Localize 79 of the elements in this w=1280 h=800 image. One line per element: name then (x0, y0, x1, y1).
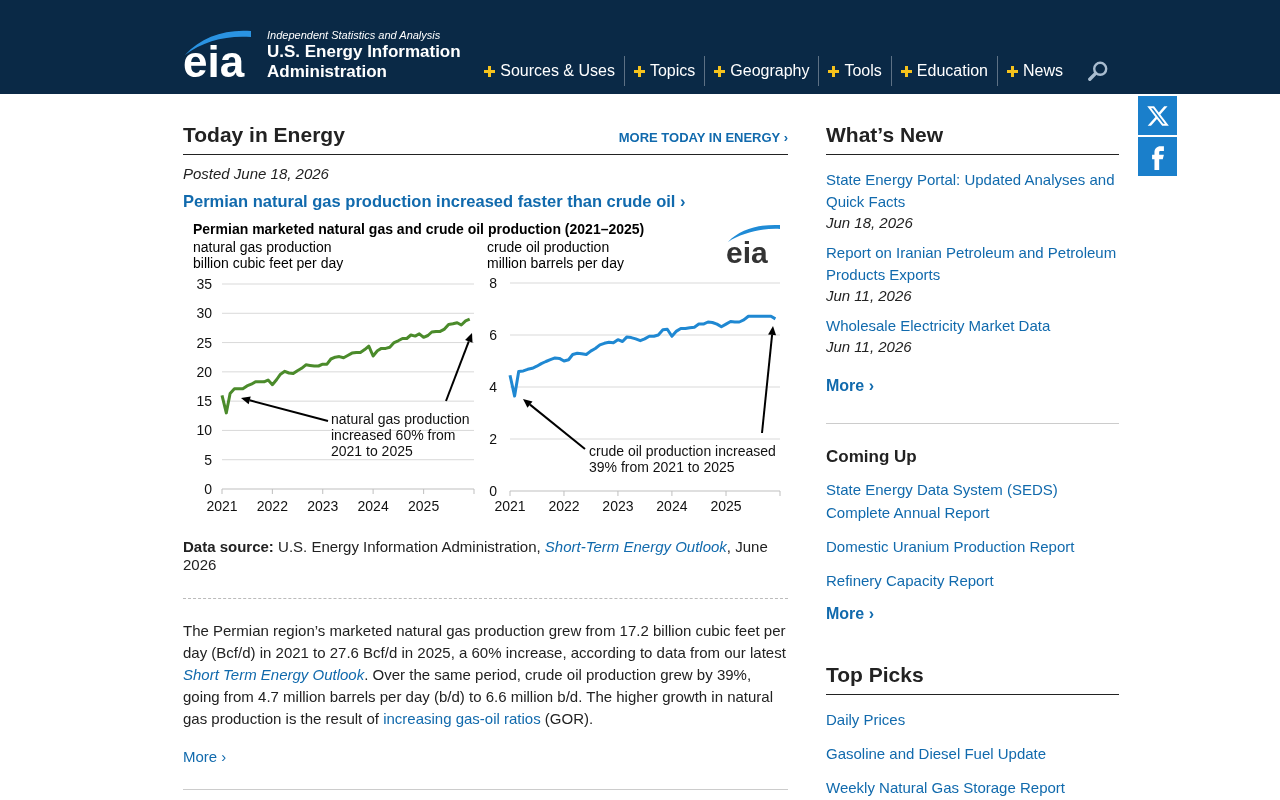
chart-annotation: natural gas production increased 60% from 2021 to 2025 (331, 411, 470, 459)
nav-menu-item[interactable]: Topics (623, 56, 705, 86)
agency-name: Administration (267, 62, 387, 82)
article-headline-link[interactable]: Permian natural gas production increased faster than crude oil › (183, 192, 686, 210)
axis-tick-label: 10 (196, 422, 212, 439)
nav-menu-item[interactable]: Education (890, 56, 997, 86)
data-source-note: Data source: U.S. Energy Information Administration, Short-Term Energy Outlook, June 2026 (183, 538, 769, 574)
axis-tick-label: 0 (489, 483, 497, 499)
annotation-arrow (445, 333, 473, 402)
more-link[interactable]: More › (183, 748, 227, 765)
plus-icon (828, 65, 840, 77)
search-icon (1088, 61, 1108, 81)
tagline: Independent Statistics and Analysis (267, 29, 441, 42)
news-date: Jun 11, 2026 (826, 337, 912, 357)
logo[interactable]: eia (183, 29, 251, 79)
section-heading: What’s New (826, 122, 944, 148)
logo: eia (726, 223, 780, 265)
axis-tick-label: 2023 (307, 498, 339, 514)
plus-icon (714, 65, 726, 77)
axis-tick-label: 0 (204, 481, 212, 497)
article-paragraph: The Permian region’s marketed natural gas production grew from 17.2 billion cubic feet per day (Bcf/d) in 2021 to 27.6 Bcf/d in 2025, a 60% increase, according to data from our latest Short Term Energy Outlook. Over the same period, crude oil production grew by 39%, going from 4.7 million barrels per day (b/d) to 6.6 million b/d. The higher growth in natural gas production is the result of increasing gas-oil ratios (GOR). (183, 621, 787, 729)
x-logo-icon (1145, 103, 1170, 128)
report-link[interactable]: Domestic Uranium Production Report (826, 535, 1075, 558)
axis-title: natural gas production billion cubic feet per day (192, 239, 344, 271)
posted-date: Posted June 18, 2026 (183, 164, 329, 184)
axis-tick-label: 8 (489, 275, 497, 291)
text-link[interactable]: increasing gas-oil ratios (383, 710, 541, 727)
report-link[interactable]: State Energy Data System (SEDS) Complete Annual Report (826, 478, 1119, 524)
axis-tick-label: 2023 (602, 498, 634, 514)
text-link[interactable]: Short Term Energy Outlook (183, 666, 365, 683)
axis-tick-label: 2022 (256, 498, 288, 514)
axis-tick-label: 5 (204, 451, 212, 468)
nav-menu-item[interactable]: Sources & Uses (475, 56, 624, 86)
chart-annotation: crude oil production increased 39% from 2021 to 2025 (589, 443, 776, 475)
nav-menu-item[interactable]: Geography (704, 56, 819, 86)
axis-tick-label: 2021 (206, 498, 238, 514)
agency-name: U.S. Energy Information (267, 42, 461, 62)
news-link[interactable]: Wholesale Electricity Market Data (826, 315, 1051, 337)
axis-tick-label: 2025 (710, 498, 742, 514)
text-link[interactable]: Short-Term Energy Outlook (544, 538, 727, 555)
news-date: Jun 11, 2026 (826, 286, 912, 306)
more-link[interactable]: More › (826, 377, 874, 394)
axis-title: crude oil production million barrels per day (486, 239, 624, 271)
axis-tick-label: 2024 (656, 498, 688, 514)
top-pick-link[interactable]: Gasoline and Diesel Fuel Update (826, 745, 1047, 763)
section-heading: Top Picks (826, 662, 924, 688)
plus-icon (900, 65, 912, 77)
axis-tick-label: 2024 (357, 498, 389, 514)
axis-tick-label: 20 (196, 363, 212, 380)
plus-icon (1007, 65, 1018, 77)
news-link[interactable]: State Energy Portal: Updated Analyses and Quick Facts (826, 169, 1119, 213)
axis-tick-label: 2022 (548, 498, 580, 514)
section-heading: Today in Energy (183, 122, 345, 148)
more-link[interactable]: More › (826, 605, 874, 622)
plus-icon (633, 65, 645, 77)
search-button[interactable] (1088, 61, 1108, 81)
axis-tick-label: 25 (196, 334, 212, 351)
news-date: Jun 18, 2026 (826, 213, 913, 233)
chart-title: Permian marketed natural gas and crude oil production (2021–2025) (192, 220, 645, 239)
nav-menu-item[interactable]: News (997, 56, 1072, 86)
top-pick-link[interactable]: Weekly Natural Gas Storage Report (826, 779, 1065, 797)
plus-icon (484, 65, 496, 77)
axis-tick-label: 4 (489, 379, 497, 395)
axis-tick-label: 15 (196, 393, 212, 410)
more-link[interactable]: MORE TODAY IN ENERGY › (618, 130, 788, 145)
news-link[interactable]: Report on Iranian Petroleum and Petroleum Products Exports (826, 242, 1119, 286)
axis-tick-label: 35 (196, 276, 212, 292)
report-link[interactable]: Refinery Capacity Report (826, 569, 994, 592)
share-button[interactable] (1138, 137, 1177, 176)
axis-tick-label: 30 (196, 305, 212, 322)
share-button[interactable] (1138, 96, 1177, 135)
nav-menu-item[interactable]: Tools (818, 56, 891, 86)
top-pick-link[interactable]: Daily Prices (826, 711, 906, 729)
axis-tick-label: 2025 (408, 498, 440, 514)
section-heading: Coming Up (826, 446, 917, 468)
axis-tick-label: 2021 (494, 498, 526, 514)
annotation-arrow (523, 399, 586, 450)
axis-tick-label: 2 (489, 431, 497, 447)
axis-tick-label: 6 (489, 327, 497, 343)
